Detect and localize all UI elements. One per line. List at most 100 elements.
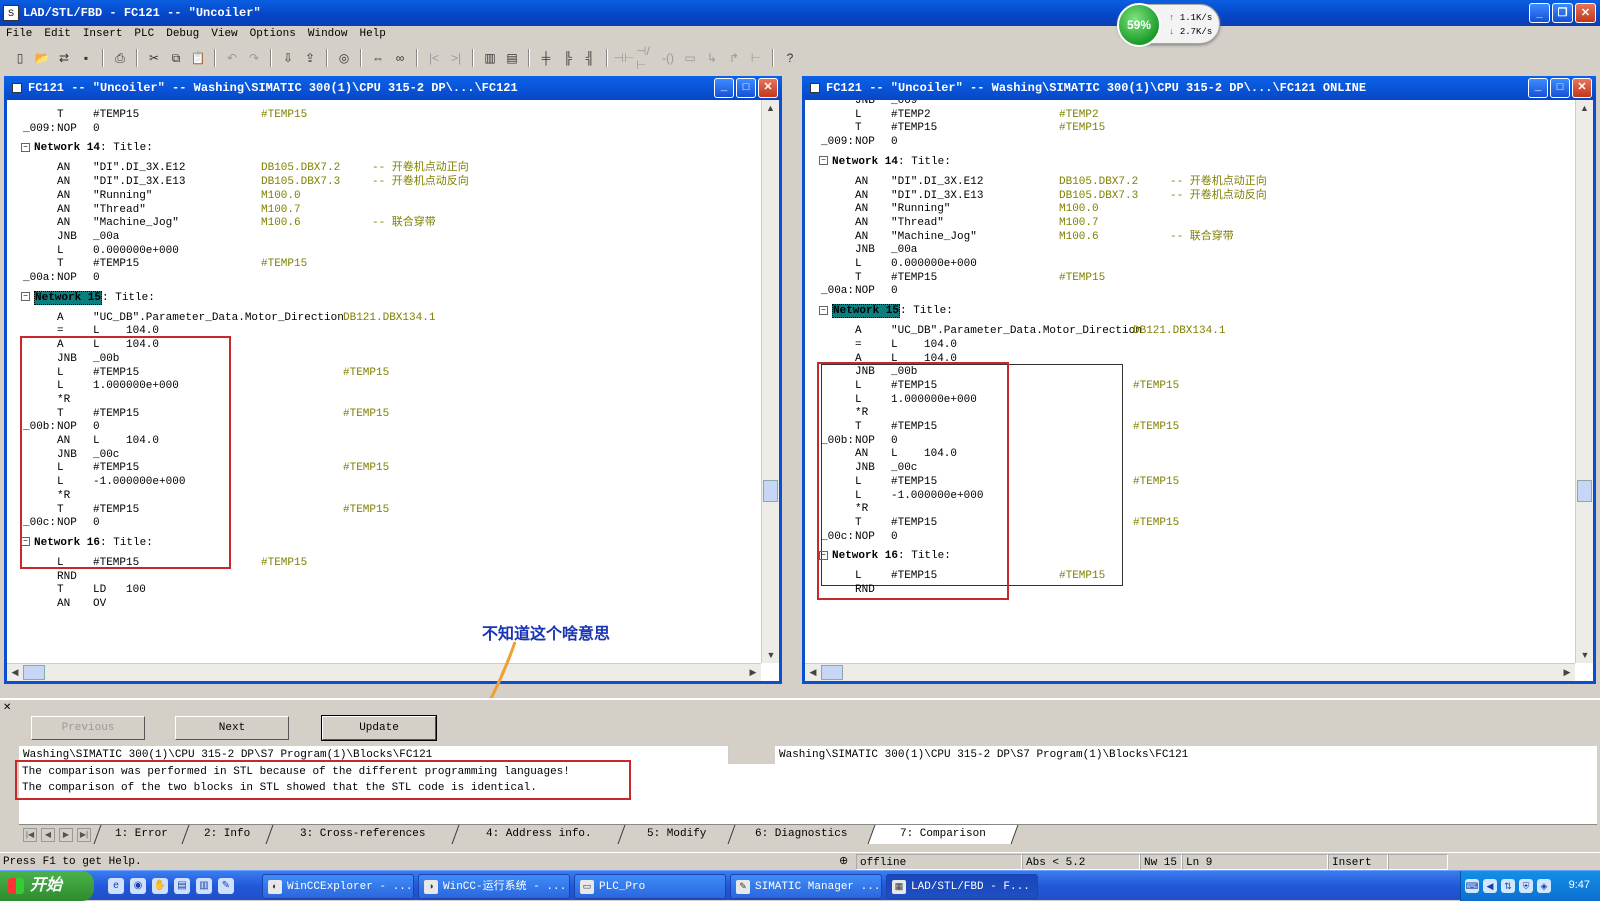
code-line[interactable]: AN "Running" M100.0 (7, 189, 761, 203)
network-header[interactable]: − Network 14: Title: (819, 155, 951, 169)
no-contact-icon[interactable]: ⊣⊢ (614, 48, 635, 68)
menu-window[interactable]: Window (302, 26, 354, 44)
code-line[interactable]: T #TEMP15 #TEMP15 (805, 271, 1575, 285)
open-online-icon[interactable]: ⇄ (54, 48, 74, 68)
monitor-icon[interactable]: ◎ (334, 48, 354, 68)
code-line[interactable]: AN L 104.0 (805, 447, 1575, 461)
code-line[interactable]: *R (7, 393, 761, 407)
simatic-icon[interactable]: ✎ (218, 878, 234, 894)
right-code-area[interactable]: JNB _009 L #TEMP2 #TEMP2 T #TEMP15 #TEMP15 _009:… (805, 100, 1575, 663)
code-line[interactable]: A L 104.0 (7, 338, 761, 352)
scroll-thumb[interactable] (763, 480, 778, 502)
collapse-icon[interactable]: − (819, 305, 828, 315)
code-line[interactable]: RND (7, 570, 761, 584)
code-line[interactable]: A L 104.0 (805, 352, 1575, 366)
code-line[interactable]: RND (805, 583, 1575, 597)
code-line[interactable]: AN "DI".DI_3X.E12 DB105.DBX7.2 -- 开卷机点动正向 (7, 161, 761, 175)
task-simatic-manager[interactable]: ✎ SIMATIC Manager ... (730, 874, 882, 899)
undo-icon[interactable]: ↶ (222, 48, 242, 68)
browser-icon[interactable]: ◉ (130, 878, 146, 894)
new-icon[interactable]: ▯ (10, 48, 30, 68)
scroll-left-icon[interactable]: ◀ (7, 664, 23, 681)
network-icon[interactable]: ╪ (536, 48, 556, 68)
network-header[interactable]: − Network 16: Title: (21, 536, 153, 550)
code-line[interactable]: *R (805, 406, 1575, 420)
code-line[interactable]: T #TEMP15 #TEMP15 (7, 108, 761, 122)
scroll-right-icon[interactable]: ▶ (745, 664, 761, 681)
close-button[interactable]: ✕ (1575, 3, 1596, 23)
notepad-icon[interactable]: ▤ (174, 878, 190, 894)
save-icon[interactable]: ▪ (76, 48, 96, 68)
tab-last-icon[interactable]: ▶| (77, 828, 91, 842)
security-icon[interactable]: ⛨ (1519, 879, 1533, 893)
code-line[interactable]: T #TEMP15 #TEMP15 (805, 516, 1575, 530)
network-header[interactable]: − Network 14: Title: (21, 141, 153, 155)
code-line[interactable]: L #TEMP15 #TEMP15 (7, 556, 761, 570)
code-line[interactable]: AN "Running" M100.0 (805, 202, 1575, 216)
network-header[interactable]: − Network 15: Title: (819, 304, 953, 319)
menu-debug[interactable]: Debug (160, 26, 205, 44)
app-icon[interactable]: ✋ (152, 878, 168, 894)
previous-button[interactable]: Previous (31, 716, 145, 740)
network-header[interactable]: − Network 15: Title: (21, 290, 155, 305)
code-line[interactable]: L 0.000000e+000 (7, 244, 761, 258)
tab-error[interactable]: 1: Error (93, 825, 189, 844)
back-icon[interactable]: ◀ (1483, 879, 1497, 893)
hscroll-thumb[interactable] (23, 665, 45, 680)
menu-edit[interactable]: Edit (38, 26, 76, 44)
tab-next-icon[interactable]: ▶ (59, 828, 73, 842)
start-button[interactable]: 开始 (0, 871, 94, 901)
hscroll-thumb[interactable] (821, 665, 843, 680)
glasses-icon[interactable]: ∞ (390, 48, 410, 68)
tab-modify[interactable]: 5: Modify (617, 825, 735, 844)
code-line[interactable]: _00b: NOP 0 (7, 420, 761, 434)
tab-comparison[interactable]: 7: Comparison (867, 825, 1019, 844)
code-line[interactable]: T #TEMP15 #TEMP15 (805, 121, 1575, 135)
tab-first-icon[interactable]: |◀ (23, 828, 37, 842)
code-line[interactable]: *R (7, 489, 761, 503)
code-line[interactable]: L 1.000000e+000 (805, 393, 1575, 407)
task-lad-stl-fbd[interactable]: ▦ LAD/STL/FBD - F... (886, 874, 1038, 899)
collapse-icon[interactable]: − (21, 537, 30, 547)
paste-icon[interactable]: 📋 (188, 48, 208, 68)
right-maximize-button[interactable]: □ (1550, 78, 1570, 98)
left-maximize-button[interactable]: □ (736, 78, 756, 98)
code-line[interactable]: JNB _00b (805, 365, 1575, 379)
code-line[interactable]: AN "Thread" M100.7 (805, 216, 1575, 230)
context-help-icon[interactable]: ? (780, 48, 800, 68)
shield-icon[interactable]: ◈ (1537, 879, 1551, 893)
code-line[interactable]: _00b: NOP 0 (805, 434, 1575, 448)
empty-box-icon[interactable]: ▭ (680, 48, 700, 68)
code-line[interactable]: AN L 104.0 (7, 434, 761, 448)
ie-icon[interactable]: e (108, 878, 124, 894)
open-branch-icon[interactable]: ↳ (702, 48, 722, 68)
code-line[interactable]: AN "Machine_Jog" M100.6 -- 联合穿带 (805, 230, 1575, 244)
collapse-icon[interactable]: − (819, 156, 828, 166)
code-line[interactable]: _00c: NOP 0 (7, 516, 761, 530)
code-line[interactable]: T #TEMP15 #TEMP15 (7, 503, 761, 517)
load-icon[interactable]: ⇩ (278, 48, 298, 68)
right-vertical-scrollbar[interactable]: ▲ ▼ (1575, 100, 1593, 663)
task-plc-pro[interactable]: ▭ PLC_Pro (574, 874, 726, 899)
code-line[interactable]: AN "DI".DI_3X.E13 DB105.DBX7.3 -- 开卷机点动反向 (7, 175, 761, 189)
left-close-button[interactable]: ✕ (758, 78, 778, 98)
code-line[interactable]: L #TEMP15 #TEMP15 (805, 475, 1575, 489)
code-line[interactable]: L #TEMP15 #TEMP15 (805, 569, 1575, 583)
close-branch-icon[interactable]: ╣ (580, 48, 600, 68)
right-close-button[interactable]: ✕ (1572, 78, 1592, 98)
code-line[interactable]: AN "Thread" M100.7 (7, 203, 761, 217)
scroll-left-icon[interactable]: ◀ (805, 664, 821, 681)
scroll-up-icon[interactable]: ▲ (762, 100, 779, 116)
menu-file[interactable]: File (0, 26, 38, 44)
right-horizontal-scrollbar[interactable]: ◀ ▶ (805, 663, 1575, 681)
copy-icon[interactable]: ⧉ (166, 48, 186, 68)
scroll-up-icon[interactable]: ▲ (1576, 100, 1593, 116)
minimize-button[interactable]: _ (1529, 3, 1550, 23)
network-header[interactable]: − Network 16: Title: (819, 549, 951, 563)
left-vertical-scrollbar[interactable]: ▲ ▼ (761, 100, 779, 663)
code-line[interactable]: AN "DI".DI_3X.E12 DB105.DBX7.2 -- 开卷机点动正向 (805, 175, 1575, 189)
code-line[interactable]: _00a: NOP 0 (7, 271, 761, 285)
menu-help[interactable]: Help (353, 26, 391, 44)
collapse-icon[interactable]: − (21, 292, 30, 302)
left-minimize-button[interactable]: _ (714, 78, 734, 98)
